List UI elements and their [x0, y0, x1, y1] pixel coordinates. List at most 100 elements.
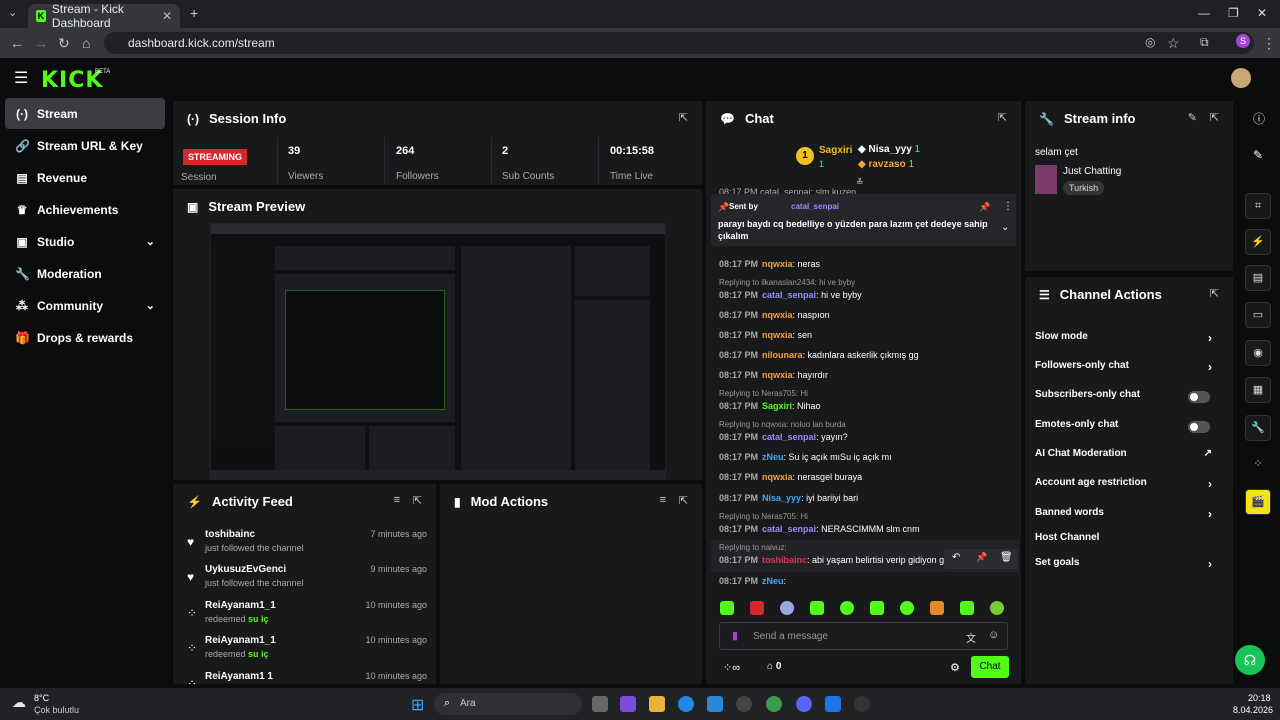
action-emotes-only-chat[interactable]: Emotes-only chat: [1035, 419, 1220, 439]
more-options-icon[interactable]: ⋮: [1003, 201, 1013, 212]
collapse-icon[interactable]: ≚: [856, 177, 864, 188]
address-bar[interactable]: dashboard.kick.com/stream: [104, 32, 1254, 54]
popout-icon[interactable]: ⇱: [679, 494, 688, 507]
maximize-icon[interactable]: ❐: [1228, 6, 1239, 20]
file-explorer-icon[interactable]: [649, 696, 665, 712]
chat-settings-icon[interactable]: ⚙: [950, 661, 960, 674]
chat-username[interactable]: catal_senpai: [762, 432, 816, 442]
sidebar-item-studio[interactable]: ▣ Studio ⌄: [5, 226, 165, 257]
toolbar-layout-icon[interactable]: ▦: [1245, 377, 1271, 403]
hamburger-menu-icon[interactable]: ☰: [14, 68, 28, 88]
action-host-channel[interactable]: Host Channel: [1035, 532, 1220, 552]
reply-icon[interactable]: ↶: [952, 552, 960, 563]
user-avatar[interactable]: [1231, 68, 1251, 88]
toggle-switch[interactable]: [1188, 421, 1210, 433]
app-icon[interactable]: [736, 696, 752, 712]
app-icon[interactable]: [825, 696, 841, 712]
discord-icon[interactable]: [796, 696, 812, 712]
chat-username[interactable]: catal_senpai: [762, 290, 816, 300]
popout-icon[interactable]: ⇱: [413, 494, 422, 507]
translate-icon[interactable]: 文: [966, 630, 976, 645]
back-icon[interactable]: ←: [10, 35, 24, 51]
pinned-user[interactable]: catal_senpai: [791, 202, 839, 211]
emoji-icon[interactable]: ☺: [988, 629, 999, 641]
emote[interactable]: [870, 601, 884, 615]
chat-input[interactable]: ▮ Send a message 文 ☺: [719, 622, 1008, 650]
edit-pencil-icon[interactable]: ✎: [1188, 111, 1197, 124]
filter-icon[interactable]: ≡: [660, 494, 666, 506]
emote[interactable]: [900, 601, 914, 615]
home-icon[interactable]: ⌂: [82, 35, 90, 51]
chat-username[interactable]: Sagxiri: [762, 401, 792, 411]
reply-context[interactable]: Replying to Neras705: Hi: [719, 512, 808, 521]
emote[interactable]: [990, 601, 1004, 615]
category-name[interactable]: Just Chatting: [1063, 166, 1121, 177]
chat-username[interactable]: catal_senpai: [762, 524, 816, 534]
toolbar-chat-icon[interactable]: ▭: [1245, 302, 1271, 328]
delete-icon[interactable]: 🗑: [1000, 552, 1013, 563]
tab-close-icon[interactable]: ✕: [162, 9, 172, 23]
stream-video-preview[interactable]: [210, 223, 666, 480]
chat-username[interactable]: Nisa_yyy: [762, 493, 801, 503]
toolbar-points-icon[interactable]: ⁘: [1245, 452, 1271, 478]
action-banned-words[interactable]: Banned words ›: [1035, 507, 1220, 527]
chat-username[interactable]: nqwxia: [762, 259, 793, 269]
send-chat-button[interactable]: Chat: [971, 656, 1009, 678]
weather-desc[interactable]: Çok bulutlu: [34, 705, 79, 715]
top-gifter-1[interactable]: Sagxiri: [819, 145, 852, 156]
action-set-goals[interactable]: Set goals ›: [1035, 557, 1220, 577]
sidebar-item-drops-rewards[interactable]: 🎁 Drops & rewards: [5, 322, 165, 353]
chat-username[interactable]: nqwxia: [762, 370, 793, 380]
toolbar-bolt-icon[interactable]: ⚡: [1245, 229, 1271, 255]
emote[interactable]: [780, 601, 794, 615]
browser-tab[interactable]: K Stream - Kick Dashboard ✕: [28, 2, 180, 30]
chat-username[interactable]: nqwxia: [762, 330, 793, 340]
sidebar-item-stream[interactable]: (·) Stream: [5, 98, 165, 129]
action-subscribers-only-chat[interactable]: Subscribers-only chat: [1035, 389, 1220, 409]
infinity-points-icon[interactable]: ⁘∞: [723, 661, 740, 674]
emote[interactable]: [960, 601, 974, 615]
store-icon[interactable]: [707, 696, 723, 712]
reply-context[interactable]: Replying to Neras705: Hi: [719, 389, 808, 398]
emote[interactable]: [750, 601, 764, 615]
emote[interactable]: [720, 601, 734, 615]
browser-menu-icon[interactable]: ⋮: [1262, 35, 1276, 52]
sidebar-item-community[interactable]: ⁂ Community ⌄: [5, 290, 165, 321]
action-account-age-restriction[interactable]: Account age restriction ›: [1035, 477, 1220, 497]
sidebar-item-achievements[interactable]: ♛ Achievements: [5, 194, 165, 225]
emote[interactable]: [930, 601, 944, 615]
reload-icon[interactable]: ↻: [58, 35, 70, 52]
chat-username[interactable]: nilounara: [762, 350, 803, 360]
toolbar-broadcast-icon[interactable]: ◉: [1245, 340, 1271, 366]
taskbar-search[interactable]: ⌕ Ara: [434, 693, 582, 715]
eye-off-icon[interactable]: ◎: [1145, 35, 1155, 49]
toolbar-document-icon[interactable]: ▤: [1245, 265, 1271, 291]
unpin-icon[interactable]: 📌: [979, 202, 990, 213]
chevron-down-icon[interactable]: ⌄: [1001, 222, 1009, 233]
mic-icon[interactable]: ▮: [732, 629, 738, 642]
bookmark-star-icon[interactable]: ☆: [1167, 35, 1180, 52]
clock-time[interactable]: 20:18: [1248, 693, 1271, 703]
filter-icon[interactable]: ≡: [394, 494, 400, 506]
sidebar-item-moderation[interactable]: 🔧 Moderation: [5, 258, 165, 289]
window-close-icon[interactable]: ✕: [1257, 6, 1267, 20]
emote[interactable]: [810, 601, 824, 615]
info-icon[interactable]: ⓘ: [1253, 110, 1265, 127]
windows-start-icon[interactable]: ⊞: [411, 695, 424, 715]
reply-context[interactable]: Replying to naivuz:: [719, 543, 787, 552]
popout-icon[interactable]: ⇱: [679, 111, 688, 124]
profile-icon[interactable]: S: [1236, 34, 1250, 48]
minimize-icon[interactable]: —: [1198, 6, 1210, 20]
copilot-icon[interactable]: [620, 696, 636, 712]
help-support-icon[interactable]: ☊: [1235, 645, 1265, 675]
emote[interactable]: [840, 601, 854, 615]
task-view-icon[interactable]: [592, 696, 608, 712]
weather-temp[interactable]: 8°C: [34, 693, 49, 703]
chat-username[interactable]: zNeu: [762, 576, 784, 586]
action-ai-chat-moderation[interactable]: AI Chat Moderation ↗: [1035, 448, 1220, 468]
toggle-switch[interactable]: [1188, 391, 1210, 403]
chat-username[interactable]: nqwxia: [762, 472, 793, 482]
edge-icon[interactable]: [678, 696, 694, 712]
sidebar-item-revenue[interactable]: ▤ Revenue: [5, 162, 165, 193]
toolbar-clip-icon[interactable]: 🎬: [1245, 489, 1271, 515]
